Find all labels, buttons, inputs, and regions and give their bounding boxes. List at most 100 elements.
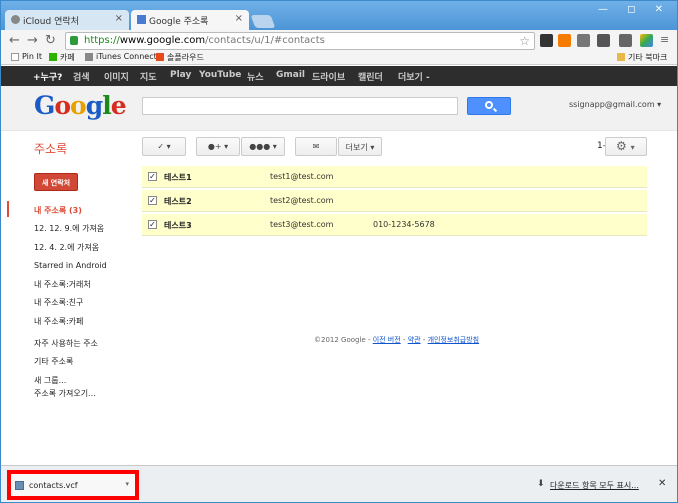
download-shelf: contacts.vcf ▾ ⬇ 다운로드 항목 모두 표시... ✕ — [1, 465, 677, 502]
gbar-item[interactable]: Gmail — [276, 70, 305, 80]
email-button[interactable]: ✉ — [295, 137, 337, 156]
drive-icon[interactable] — [640, 34, 653, 47]
sidebar-item-frequent[interactable]: 자주 사용하는 주소 — [34, 338, 98, 349]
s-icon — [156, 53, 164, 61]
close-icon[interactable]: ✕ — [658, 478, 666, 489]
old-version-link[interactable]: 이전 버전 — [373, 336, 401, 344]
apple-icon — [11, 15, 20, 24]
sidebar-item-my-contacts[interactable]: 내 주소록 (3) — [34, 205, 82, 216]
add-person-icon: ●+ — [207, 142, 222, 151]
new-contact-button[interactable]: 새 연락처 — [34, 173, 78, 191]
gbar-item[interactable]: 드라이브 — [312, 70, 345, 83]
sidebar-item-import-contacts[interactable]: 주소록 가져오기... — [34, 388, 96, 399]
browser-window: iCloud 연락처 × Google 주소록 × — ◻ ✕ ← → ↻ ht… — [0, 0, 678, 503]
contact-row[interactable]: ✓ 테스트3 test3@test.com 010-1234-5678 — [142, 214, 647, 236]
bookmark-itunes-connect[interactable]: iTunes Connect — [85, 52, 157, 61]
groups-button[interactable]: ●●● ▾ — [241, 137, 285, 156]
select-checkbox-button[interactable]: ✓ ▾ — [142, 137, 186, 156]
url-path: /contacts/u/1/#contacts — [205, 35, 325, 46]
sidebar-item-starred-android[interactable]: Starred in Android — [34, 261, 107, 270]
mail-icon: ✉ — [312, 142, 320, 151]
menu-icon[interactable]: ≡ — [660, 33, 669, 46]
settings-button[interactable]: ⚙ ▾ — [605, 137, 647, 156]
privacy-link[interactable]: 개인정보취급방침 — [428, 336, 480, 344]
sidebar-item-group[interactable]: 내 주소록:친구 — [34, 297, 83, 308]
window-controls[interactable]: — ◻ ✕ — [598, 4, 671, 15]
gbar-item[interactable]: 뉴스 — [247, 70, 264, 83]
tab-icloud[interactable]: iCloud 연락처 × — [5, 10, 129, 30]
bookmark-cloud[interactable]: 솔플라우드 — [156, 52, 204, 63]
gbar-item[interactable]: 검색 — [73, 70, 90, 83]
account-email[interactable]: ssignapp@gmail.com ▾ — [569, 100, 661, 109]
itunes-icon — [85, 53, 93, 61]
sidebar-item-group[interactable]: 내 주소록:카페 — [34, 316, 83, 327]
bookmark-label: 카페 — [60, 53, 75, 62]
close-icon[interactable]: × — [115, 13, 123, 24]
contact-row[interactable]: ✓ 테스트1 test1@test.com — [142, 166, 647, 188]
bookmark-cafe[interactable]: 카페 — [49, 52, 75, 63]
search-button[interactable] — [467, 97, 511, 115]
c-extension-icon[interactable] — [558, 34, 571, 47]
more-button[interactable]: 더보기 ▾ — [338, 137, 382, 156]
row-checkbox[interactable]: ✓ — [148, 172, 157, 181]
chevron-down-icon: ▾ — [657, 100, 662, 109]
search-input[interactable] — [142, 97, 458, 115]
buffer-extension-icon[interactable] — [540, 34, 553, 47]
contact-name: 테스트2 — [164, 197, 192, 206]
chevron-down-icon: ▾ — [630, 143, 635, 152]
gear-icon: ⚙ — [616, 139, 627, 153]
forward-arrow-icon[interactable]: → — [27, 33, 38, 48]
sidebar-item-imported[interactable]: 12. 12. 9.에 가져옴 — [34, 223, 104, 234]
page-title[interactable]: 주소록 — [34, 140, 67, 157]
back-arrow-icon[interactable]: ← — [9, 33, 20, 48]
extension-icon[interactable] — [577, 34, 590, 47]
evernote-icon[interactable] — [619, 34, 632, 47]
vcf-file-icon — [15, 481, 24, 490]
address-bar[interactable]: https://www.google.com/contacts/u/1/#con… — [65, 32, 535, 50]
gbar-item[interactable]: YouTube — [199, 70, 241, 80]
url-scheme: https:// — [84, 35, 120, 46]
download-item[interactable]: contacts.vcf ▾ — [7, 470, 139, 500]
chevron-down-icon: ▾ — [370, 143, 375, 152]
terms-link[interactable]: 약관 — [408, 336, 421, 344]
close-icon[interactable]: × — [235, 13, 243, 24]
gbar-item[interactable]: 이미지 — [104, 70, 129, 83]
chevron-down-icon[interactable]: ▾ — [125, 480, 129, 488]
add-to-group-button[interactable]: ●+ ▾ — [196, 137, 240, 156]
tab-google-contacts[interactable]: Google 주소록 × — [131, 10, 249, 30]
page-header: Google ssignapp@gmail.com ▾ — [1, 86, 677, 131]
contact-name: 테스트1 — [164, 173, 192, 182]
sidebar-item-group[interactable]: 내 주소록:거래처 — [34, 279, 91, 290]
gbar-item[interactable]: 지도 — [140, 70, 157, 83]
bookmark-star-icon[interactable]: ☆ — [519, 34, 530, 48]
new-tab-button[interactable] — [250, 15, 276, 28]
sidebar-item-imported[interactable]: 12. 4. 2.에 가져옴 — [34, 242, 99, 253]
chevron-down-icon: ▾ — [224, 142, 229, 151]
contact-email: test1@test.com — [270, 172, 334, 181]
chevron-down-icon: ▾ — [272, 142, 277, 151]
google-logo[interactable]: Google — [34, 91, 127, 120]
gbar-item[interactable]: 더보기 - — [398, 70, 430, 83]
contact-email: test3@test.com — [270, 220, 334, 229]
sidebar-item-new-group[interactable]: 새 그룹... — [34, 375, 66, 386]
sidebar-item-other-contacts[interactable]: 기타 주소록 — [34, 356, 73, 367]
gbar-item[interactable]: 캘린더 — [358, 70, 383, 83]
url-domain: www.google.com — [119, 35, 206, 46]
show-all-downloads-link[interactable]: 다운로드 항목 모두 표시... — [550, 480, 639, 491]
reload-icon[interactable]: ↻ — [45, 33, 56, 48]
gbar-item[interactable]: +누구? — [33, 70, 62, 83]
gbar-item[interactable]: Play — [170, 70, 191, 80]
folder-icon — [617, 53, 625, 61]
lock-icon — [70, 36, 78, 45]
cafe-icon — [49, 53, 57, 61]
group-icon: ●●● — [249, 142, 271, 151]
pocket-icon[interactable] — [597, 34, 610, 47]
bookmark-label: 기타 북마크 — [628, 53, 668, 62]
bookmark-other[interactable]: 기타 북마크 — [617, 52, 667, 63]
row-checkbox[interactable]: ✓ — [148, 196, 157, 205]
tab-title: Google 주소록 — [149, 17, 209, 27]
bookmark-label: 솔플라우드 — [167, 53, 204, 62]
row-checkbox[interactable]: ✓ — [148, 220, 157, 229]
contact-row[interactable]: ✓ 테스트2 test2@test.com — [142, 190, 647, 212]
bookmark-pinit[interactable]: Pin It — [11, 52, 42, 61]
